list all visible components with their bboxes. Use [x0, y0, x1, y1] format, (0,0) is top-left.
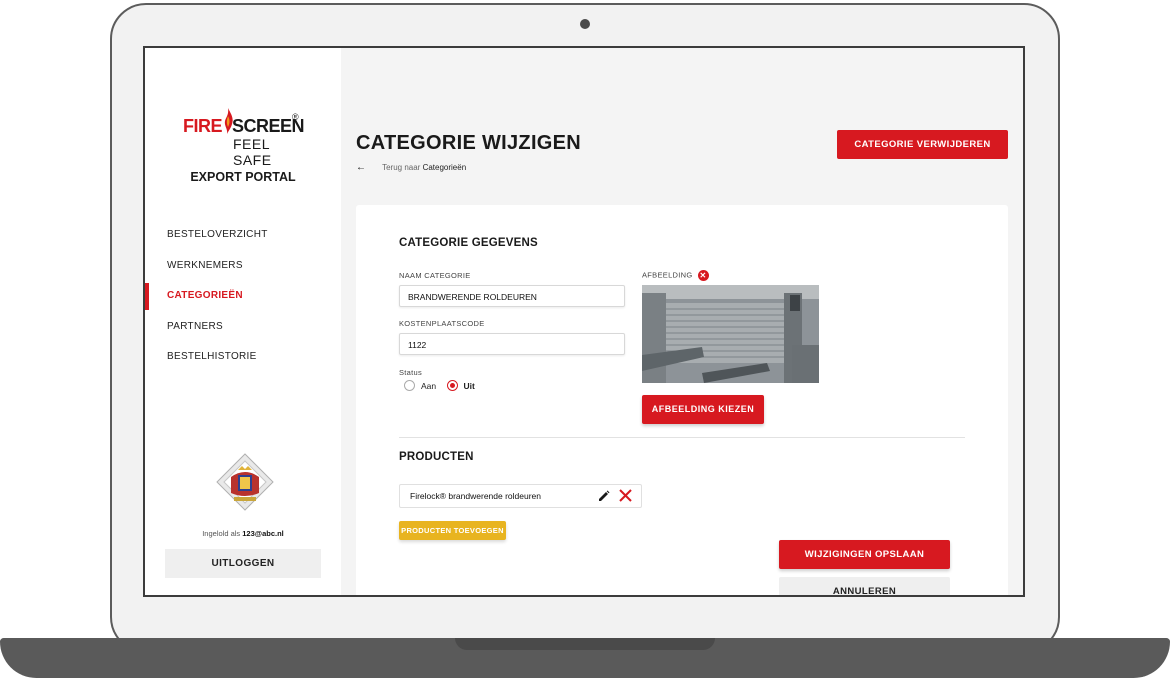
- delete-category-button[interactable]: CATEGORIE VERWIJDEREN: [837, 130, 1008, 159]
- login-user: 123@abc.nl: [242, 529, 284, 538]
- login-prefix: Ingelold als: [202, 529, 241, 538]
- category-name-input[interactable]: BRANDWERENDE ROLDEUREN: [399, 285, 625, 307]
- breadcrumb[interactable]: ← Terug naar Categorieën: [356, 162, 466, 173]
- category-form-card: CATEGORIE GEGEVENS NAAM CATEGORIE BRANDW…: [356, 205, 1008, 595]
- choose-image-button[interactable]: AFBEELDING KIEZEN: [642, 395, 764, 424]
- logo-fire-text: FIRE: [183, 116, 223, 136]
- status-off-radio[interactable]: [446, 380, 458, 392]
- product-list-item: Firelock® brandwerende roldeuren: [399, 484, 642, 508]
- portal-name: EXPORT PORTAL: [190, 170, 296, 184]
- add-products-button[interactable]: PRODUCTEN TOEVOEGEN: [399, 521, 506, 540]
- royal-warrant-emblem: [216, 453, 274, 511]
- sidebar: FIRE SCREEN ® FEEL SAFE EXPORT PORTAL BES…: [145, 48, 341, 595]
- laptop-base-notch: [455, 638, 715, 650]
- cost-code-input[interactable]: 1122: [399, 333, 625, 355]
- image-label: AFBEELDING: [642, 270, 693, 280]
- status-label: Status: [399, 368, 423, 377]
- section-title-products: PRODUCTEN: [399, 451, 474, 463]
- status-off-label: Uit: [463, 380, 475, 391]
- logo-registered-mark: ®: [292, 112, 299, 122]
- logo-tagline: FEEL SAFE: [233, 136, 272, 168]
- sidebar-item-werknemers[interactable]: WERKNEMERS: [145, 251, 341, 282]
- sidebar-item-bestelhistorie[interactable]: BESTELHISTORIE: [145, 342, 341, 373]
- flame-icon: [224, 108, 233, 134]
- breadcrumb-link[interactable]: Categorieën: [423, 163, 467, 172]
- app-screen: FIRE SCREEN ® FEEL SAFE EXPORT PORTAL BES…: [143, 46, 1025, 597]
- logout-button[interactable]: UITLOGGEN: [165, 549, 321, 578]
- sidebar-nav: BESTELOVERZICHT WERKNEMERS CATEGORIEËN P…: [145, 220, 341, 373]
- name-label: NAAM CATEGORIE: [399, 271, 471, 280]
- product-name: Firelock® brandwerende roldeuren: [410, 491, 541, 501]
- login-status: Ingelold als 123@abc.nl: [145, 529, 341, 538]
- status-on-radio[interactable]: [404, 380, 415, 392]
- breadcrumb-prefix: Terug naar: [382, 163, 421, 172]
- firescreen-logo: FIRE SCREEN ® FEEL SAFE: [183, 108, 305, 168]
- status-radio-group: Aan Uit: [404, 380, 483, 392]
- remove-image-icon[interactable]: ✕: [697, 270, 709, 281]
- cancel-button[interactable]: ANNULEREN: [779, 577, 950, 595]
- sidebar-item-categorieen[interactable]: CATEGORIEËN: [145, 281, 341, 312]
- sidebar-item-partners[interactable]: PARTNERS: [145, 312, 341, 343]
- arrow-left-icon[interactable]: ←: [356, 162, 366, 173]
- status-on-label: Aan: [421, 380, 437, 391]
- laptop-camera: [580, 19, 590, 29]
- category-image: [642, 285, 819, 383]
- sidebar-item-besteloverzicht[interactable]: BESTELOVERZICHT: [145, 220, 341, 251]
- section-divider: [399, 437, 965, 438]
- image-label-row: AFBEELDING ✕: [642, 270, 709, 281]
- pencil-icon[interactable]: [598, 490, 610, 502]
- delete-product-icon[interactable]: [618, 488, 633, 503]
- code-label: KOSTENPLAATSCODE: [399, 319, 485, 328]
- section-title-details: CATEGORIE GEGEVENS: [399, 237, 538, 249]
- page-title: CATEGORIE WIJZIGEN: [356, 132, 582, 154]
- save-changes-button[interactable]: WIJZIGINGEN OPSLAAN: [779, 540, 950, 569]
